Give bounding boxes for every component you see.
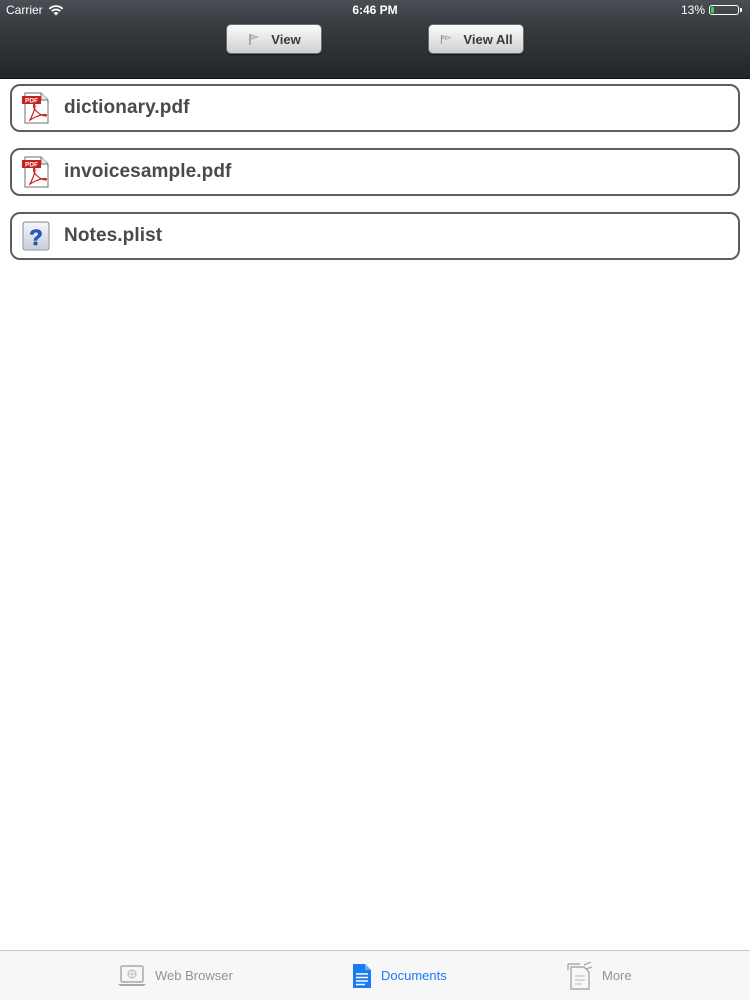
file-row-notes-plist[interactable]: ? Notes.plist bbox=[10, 212, 740, 260]
file-name: Notes.plist bbox=[64, 225, 163, 246]
view-all-button[interactable]: View All bbox=[428, 24, 524, 54]
clock: 6:46 PM bbox=[352, 3, 398, 17]
battery-icon bbox=[709, 5, 742, 15]
file-name: dictionary.pdf bbox=[64, 97, 190, 118]
svg-text:?: ? bbox=[29, 225, 42, 250]
view-button[interactable]: View bbox=[226, 24, 322, 54]
question-icon: ? bbox=[22, 221, 50, 251]
tab-label: Documents bbox=[381, 968, 447, 983]
file-list: PDF dictionary.pdf PDF invoicesample.pdf bbox=[10, 84, 740, 276]
battery-group: 13% bbox=[681, 3, 742, 17]
tab-web-browser[interactable]: Web Browser bbox=[117, 951, 233, 1000]
document-icon bbox=[353, 963, 371, 988]
app-root: Carrier 6:46 PM 13% View View All PDF di… bbox=[0, 0, 750, 1000]
more-icon bbox=[567, 960, 593, 990]
file-name: invoicesample.pdf bbox=[64, 161, 232, 182]
tab-more[interactable]: More bbox=[566, 951, 632, 1000]
file-row-dictionary-pdf[interactable]: PDF dictionary.pdf bbox=[10, 84, 740, 132]
tab-documents[interactable]: Documents bbox=[351, 951, 447, 1000]
status-bar: Carrier 6:46 PM 13% bbox=[0, 0, 750, 20]
battery-percent: 13% bbox=[680, 3, 705, 17]
tab-label: Web Browser bbox=[155, 968, 233, 983]
flag-icon bbox=[249, 34, 260, 45]
svg-text:PDF: PDF bbox=[25, 98, 38, 105]
tab-label: More bbox=[602, 968, 632, 983]
battery-level-fill bbox=[711, 7, 714, 13]
laptop-icon bbox=[118, 964, 146, 986]
file-row-invoicesample-pdf[interactable]: PDF invoicesample.pdf bbox=[10, 148, 740, 196]
double-flag-icon bbox=[441, 35, 453, 44]
view-all-button-label: View All bbox=[463, 31, 513, 47]
pdf-icon: PDF bbox=[22, 156, 49, 188]
view-button-label: View bbox=[271, 31, 301, 47]
top-toolbar: Carrier 6:46 PM 13% View View All bbox=[0, 0, 750, 79]
pdf-icon: PDF bbox=[22, 92, 49, 124]
tab-bar: Web Browser Documents More bbox=[0, 950, 750, 1000]
svg-text:PDF: PDF bbox=[25, 162, 38, 169]
